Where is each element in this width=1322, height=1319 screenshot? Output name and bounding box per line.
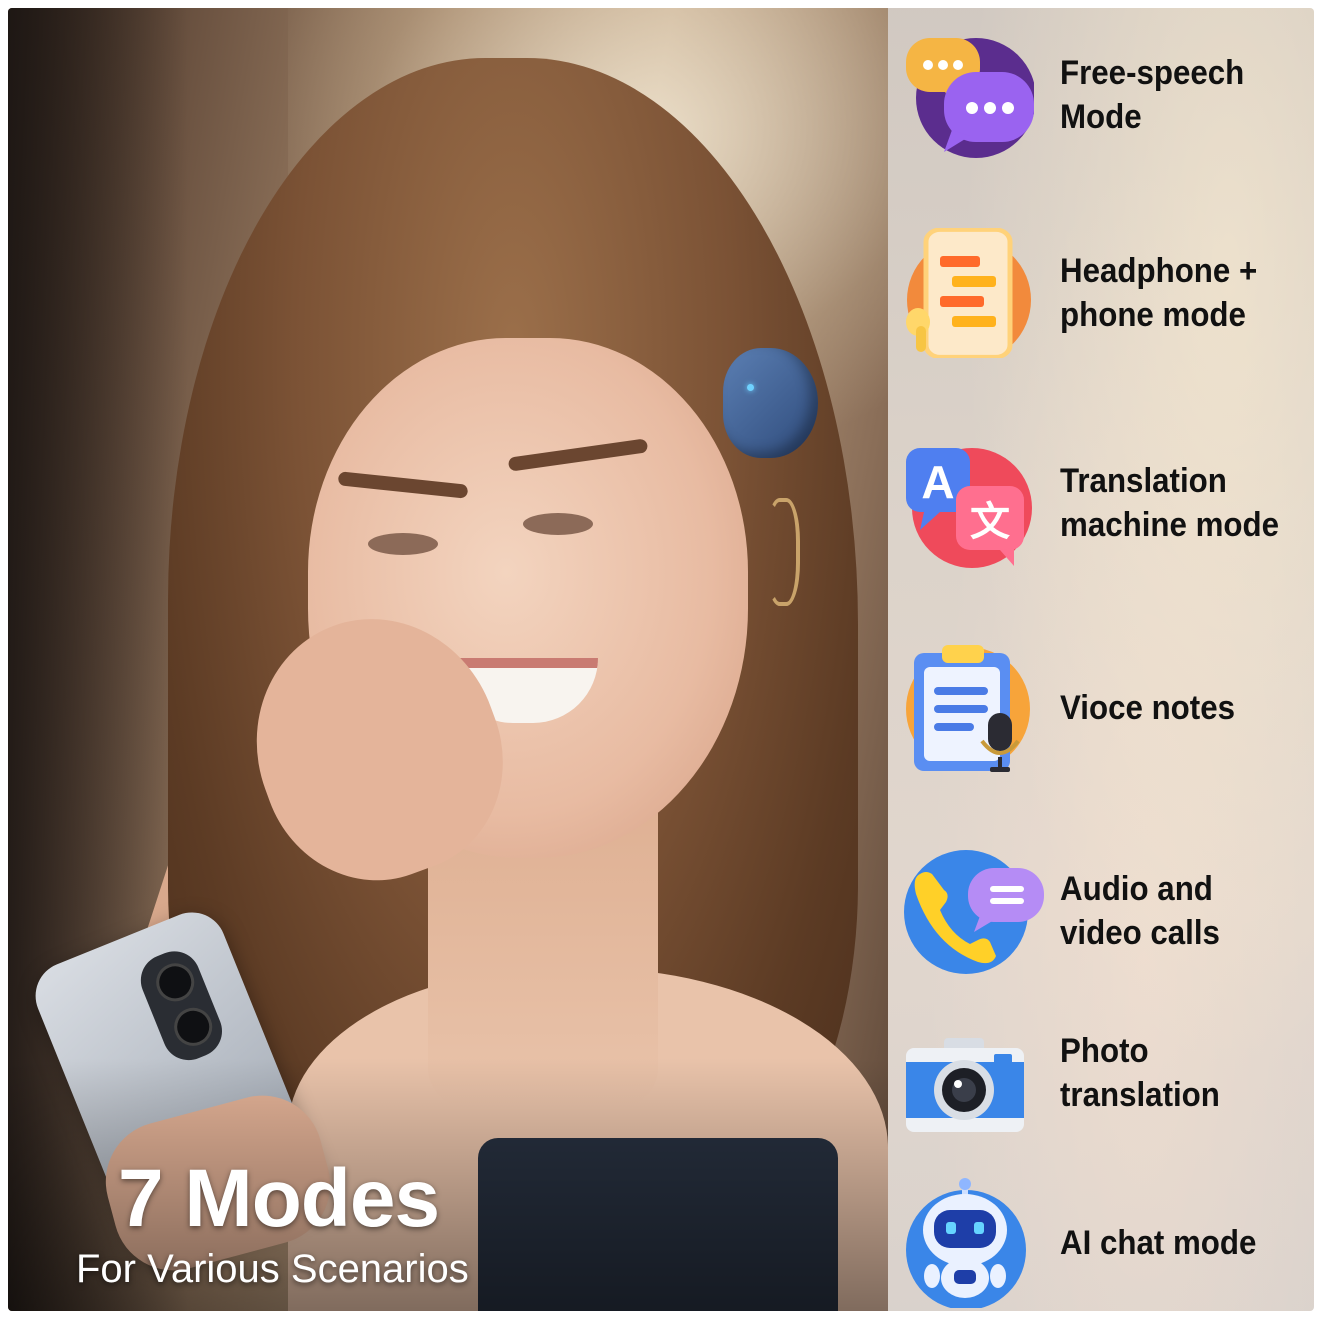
lifestyle-photo: 7 Modes For Various Scenarios — [8, 8, 888, 1311]
headline: 7 Modes — [118, 1153, 440, 1244]
mode-item-photo-translation: Photo translation — [888, 998, 1314, 1148]
mode-label: Photo translation — [1060, 1031, 1220, 1114]
mode-label: Audio and video calls — [1060, 869, 1220, 952]
earbud-led — [747, 384, 754, 391]
phone-camera-module — [133, 943, 230, 1068]
earring — [766, 498, 800, 606]
mode-label: Free-speech Mode — [1060, 53, 1245, 136]
mode-label: Translation machine mode — [1060, 461, 1280, 544]
phone-call-icon — [904, 846, 1044, 976]
robot-icon — [904, 1178, 1034, 1310]
chat-bubbles-icon — [904, 30, 1036, 160]
svg-text:文: 文 — [970, 499, 1010, 545]
product-banner: 7 Modes For Various Scenarios Free-speec… — [8, 8, 1314, 1311]
mode-item-ai-chat: AI chat mode — [888, 1168, 1314, 1311]
right-eye — [523, 513, 593, 535]
mode-item-translation-machine: A 文 Translation machine mode — [888, 428, 1314, 578]
earbud-phone-icon — [904, 227, 1034, 362]
modes-panel: Free-speech Mode Headphone + phone mode — [888, 8, 1314, 1311]
camera-icon — [904, 1008, 1034, 1138]
mode-item-voice-notes: Vioce notes — [888, 633, 1314, 783]
left-eye — [368, 533, 438, 555]
mode-item-free-speech: Free-speech Mode — [888, 20, 1314, 170]
subheadline: For Various Scenarios — [76, 1247, 469, 1291]
svg-text:A: A — [921, 456, 954, 508]
mode-label: AI chat mode — [1060, 1223, 1257, 1262]
clipboard-microphone-icon — [904, 643, 1034, 773]
earbud-device — [723, 348, 818, 458]
mode-label: Headphone + phone mode — [1060, 251, 1258, 334]
mode-item-headphone-phone: Headphone + phone mode — [888, 218, 1314, 368]
mode-label: Vioce notes — [1060, 688, 1236, 727]
translate-icon: A 文 — [904, 438, 1034, 568]
mode-item-audio-video-calls: Audio and video calls — [888, 836, 1314, 986]
